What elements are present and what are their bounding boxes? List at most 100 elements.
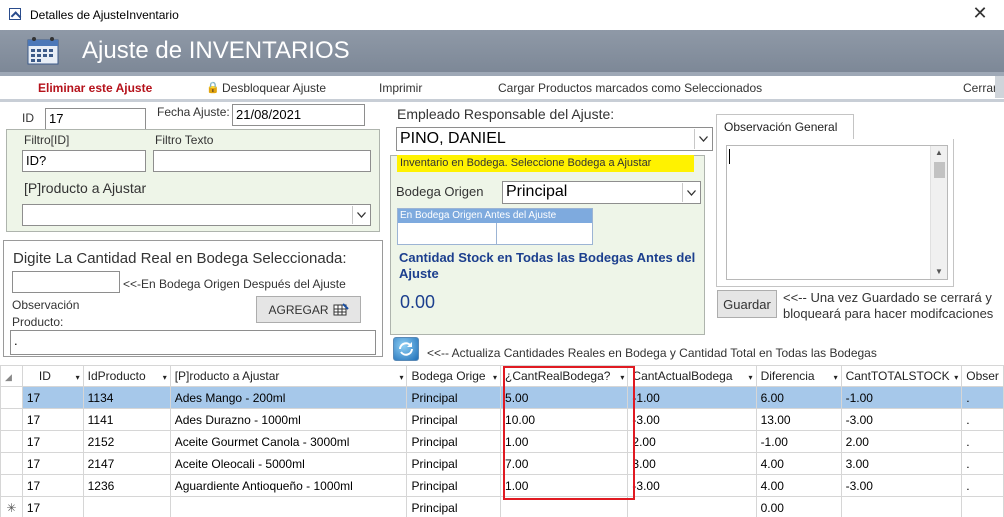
- grid-header-col-id-producto[interactable]: IdProducto ▾: [82, 365, 171, 387]
- cell-col-id[interactable]: 17: [21, 430, 84, 453]
- row-selector[interactable]: [0, 386, 23, 409]
- new-record-cell[interactable]: [627, 496, 757, 517]
- cell-col-id-producto[interactable]: 1134: [82, 386, 171, 409]
- row-selector-header[interactable]: ◢: [0, 365, 23, 387]
- form-scrollbar[interactable]: [995, 76, 1004, 98]
- new-record-cell[interactable]: [82, 496, 171, 517]
- load-selected-products-button[interactable]: Cargar Productos marcados como Seleccion…: [498, 81, 762, 95]
- general-observation-field[interactable]: ▲ ▼: [726, 145, 948, 280]
- chevron-down-icon[interactable]: [352, 206, 369, 224]
- product-select[interactable]: [22, 204, 371, 226]
- filter-arrow-icon[interactable]: ▾: [399, 373, 403, 382]
- cell-col-cant-actual[interactable]: -3.00: [627, 408, 757, 431]
- chevron-down-icon[interactable]: [694, 129, 711, 149]
- date-field[interactable]: 21/08/2021: [232, 104, 365, 126]
- table-row[interactable]: 17 1134 Ades Mango - 200ml Principal 5.00 -1.…: [0, 386, 1004, 409]
- add-button[interactable]: AGREGAR: [256, 296, 361, 323]
- table-row[interactable]: 17 1236 Aguardiente Antioqueño - 1000ml Pri…: [0, 474, 1004, 497]
- cell-col-diferencia[interactable]: 4.00: [755, 474, 842, 497]
- new-record-cell[interactable]: 17: [21, 496, 84, 517]
- table-row[interactable]: 17 2152 Aceite Gourmet Canola - 3000ml Prin…: [0, 430, 1004, 453]
- new-record-row[interactable]: ✳ 17 Principal 0.00: [0, 496, 1004, 517]
- cell-col-bodega[interactable]: Principal: [406, 474, 502, 497]
- chevron-down-icon[interactable]: [682, 183, 699, 202]
- cell-col-observacion[interactable]: .: [961, 408, 1004, 431]
- tab-general-observation[interactable]: Observación General: [716, 114, 854, 139]
- scroll-thumb[interactable]: [934, 162, 945, 178]
- product-observation-field[interactable]: .: [10, 330, 376, 355]
- filter-arrow-icon[interactable]: ▾: [76, 373, 80, 382]
- new-record-cell[interactable]: 0.00: [755, 496, 842, 517]
- filter-text-field[interactable]: [153, 150, 371, 172]
- cell-col-cant-actual[interactable]: -3.00: [627, 474, 757, 497]
- cell-col-producto[interactable]: Aguardiente Antioqueño - 1000ml: [169, 474, 408, 497]
- cell-col-cant-actual[interactable]: 3.00: [627, 452, 757, 475]
- cell-col-observacion[interactable]: .: [961, 430, 1004, 453]
- grid-header-col-observacion[interactable]: Obser: [961, 365, 1004, 387]
- cell-col-total-stock[interactable]: -3.00: [840, 408, 963, 431]
- id-field[interactable]: 17: [45, 108, 146, 130]
- real-quantity-field[interactable]: [12, 271, 120, 293]
- filter-arrow-icon[interactable]: ▾: [749, 373, 753, 382]
- unlock-adjustment-button[interactable]: Desbloquear Ajuste: [222, 81, 326, 95]
- cell-col-id-producto[interactable]: 1141: [82, 408, 171, 431]
- cell-col-id-producto[interactable]: 1236: [82, 474, 171, 497]
- cell-col-cant-actual[interactable]: -1.00: [627, 386, 757, 409]
- cell-col-bodega[interactable]: Principal: [406, 408, 502, 431]
- filter-arrow-icon[interactable]: ▾: [954, 373, 958, 382]
- grid-header-col-id[interactable]: ID ▾: [21, 365, 84, 387]
- cell-col-id-producto[interactable]: 2152: [82, 430, 171, 453]
- close-window-button[interactable]: ✕: [968, 3, 992, 24]
- row-selector[interactable]: [0, 430, 23, 453]
- grid-header-col-total-stock[interactable]: CantTOTALSTOCK ▾: [840, 365, 963, 387]
- grid-header-col-cant-actual[interactable]: CantActualBodega ▾: [627, 365, 757, 387]
- chevron-down-icon[interactable]: ▼: [935, 267, 943, 276]
- cell-col-id[interactable]: 17: [21, 474, 84, 497]
- cell-col-total-stock[interactable]: -1.00: [840, 386, 963, 409]
- new-record-cell[interactable]: [169, 496, 408, 517]
- cell-col-diferencia[interactable]: 6.00: [755, 386, 842, 409]
- filter-arrow-icon[interactable]: ▾: [493, 373, 497, 382]
- cell-col-observacion[interactable]: .: [961, 452, 1004, 475]
- cell-col-diferencia[interactable]: 4.00: [755, 452, 842, 475]
- chevron-up-icon[interactable]: ▲: [935, 148, 943, 157]
- cell-col-bodega[interactable]: Principal: [406, 430, 502, 453]
- observation-scrollbar[interactable]: ▲ ▼: [930, 146, 947, 279]
- cell-col-total-stock[interactable]: 2.00: [840, 430, 963, 453]
- cell-col-producto[interactable]: Aceite Gourmet Canola - 3000ml: [169, 430, 408, 453]
- cell-col-bodega[interactable]: Principal: [406, 386, 502, 409]
- table-row[interactable]: 17 2147 Aceite Oleocali - 5000ml Principal 7…: [0, 452, 1004, 475]
- new-record-cell[interactable]: Principal: [406, 496, 502, 517]
- cell-col-observacion[interactable]: .: [961, 474, 1004, 497]
- cell-col-id[interactable]: 17: [21, 408, 84, 431]
- delete-adjustment-button[interactable]: Eliminar este Ajuste: [38, 81, 152, 95]
- row-selector[interactable]: [0, 452, 23, 475]
- cell-col-producto[interactable]: Ades Durazno - 1000ml: [169, 408, 408, 431]
- cell-col-producto[interactable]: Aceite Oleocali - 5000ml: [169, 452, 408, 475]
- cell-col-total-stock[interactable]: -3.00: [840, 474, 963, 497]
- refresh-quantities-button[interactable]: [393, 337, 419, 361]
- employee-select[interactable]: PINO, DANIEL: [396, 127, 713, 151]
- new-record-cell[interactable]: [840, 496, 963, 517]
- cell-col-observacion[interactable]: .: [961, 386, 1004, 409]
- row-selector[interactable]: [0, 474, 23, 497]
- cell-col-diferencia[interactable]: 13.00: [755, 408, 842, 431]
- cell-col-cant-actual[interactable]: 2.00: [627, 430, 757, 453]
- filter-arrow-icon[interactable]: ▾: [834, 373, 838, 382]
- cell-col-id-producto[interactable]: 2147: [82, 452, 171, 475]
- row-selector[interactable]: [0, 408, 23, 431]
- cell-col-total-stock[interactable]: 3.00: [840, 452, 963, 475]
- filter-arrow-icon[interactable]: ▾: [163, 373, 167, 382]
- print-button[interactable]: Imprimir: [379, 81, 422, 95]
- new-record-cell[interactable]: [961, 496, 1004, 517]
- save-button[interactable]: Guardar: [717, 290, 777, 318]
- close-form-button[interactable]: Cerrar: [963, 81, 997, 95]
- grid-header-col-diferencia[interactable]: Diferencia ▾: [755, 365, 842, 387]
- filter-id-field[interactable]: ID?: [22, 150, 146, 172]
- cell-col-producto[interactable]: Ades Mango - 200ml: [169, 386, 408, 409]
- grid-header-col-producto[interactable]: [P]roducto a Ajustar ▾: [169, 365, 408, 387]
- cell-col-id[interactable]: 17: [21, 386, 84, 409]
- origin-warehouse-select[interactable]: Principal: [502, 181, 701, 204]
- cell-col-diferencia[interactable]: -1.00: [755, 430, 842, 453]
- cell-col-id[interactable]: 17: [21, 452, 84, 475]
